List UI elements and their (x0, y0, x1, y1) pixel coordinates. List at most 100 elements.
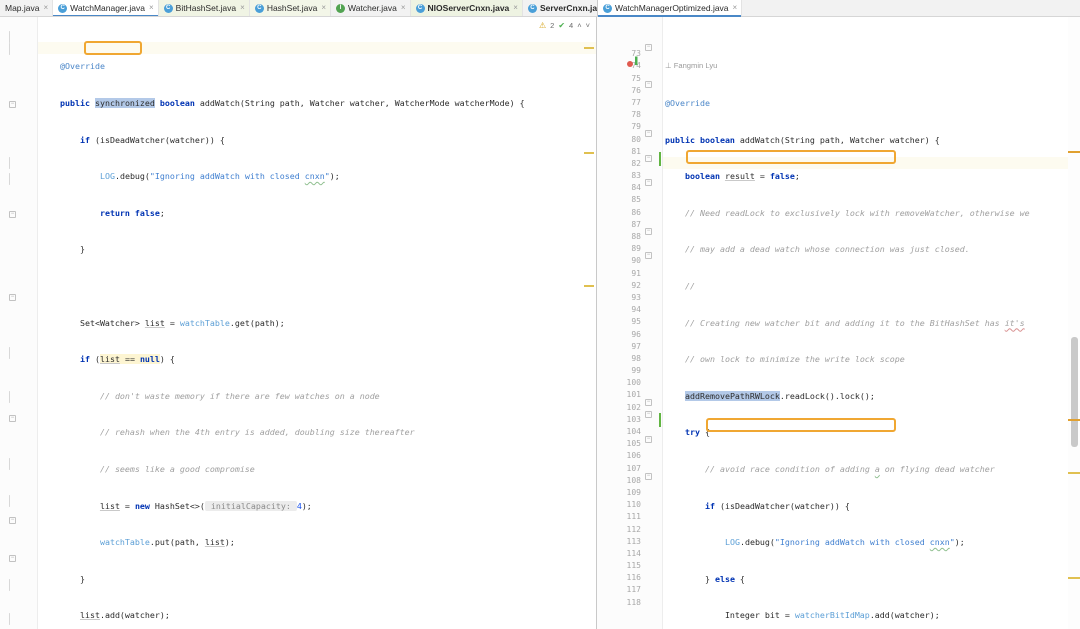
run-gutter-icon[interactable]: ▌ (635, 58, 640, 65)
line-number: 109 (626, 487, 641, 497)
scrollbar-marker (1068, 419, 1080, 421)
tab-close-icon[interactable]: × (44, 4, 49, 12)
tab-hashset-java[interactable]: C HashSet.java × (249, 0, 332, 16)
scrollbar-marker (584, 47, 594, 49)
tab-watcher-java[interactable]: I Watcher.java × (331, 0, 411, 16)
tab-label: ServerCnxn.java (539, 2, 597, 13)
tab-close-icon[interactable]: × (240, 4, 245, 12)
java-class-icon: C (163, 3, 173, 13)
code-line: LOG.debug("Ignoring addWatch with closed… (724, 537, 965, 548)
scrollbar-thumb[interactable] (1071, 337, 1078, 447)
line-number: 115 (626, 561, 641, 571)
tab-close-icon[interactable]: × (733, 4, 738, 12)
scrollbar-marker (584, 152, 594, 154)
inspection-status-widget[interactable]: ⚠ 2 ✔ 4 ˄ ˅ (539, 17, 590, 34)
editor-pane-watchmanageroptimized[interactable]: 73 74 75 76 77 78 79 80 81 82 83 84 85 86 87 88 89 90 91 92… (597, 17, 1080, 629)
line-number: 105 (626, 439, 641, 449)
tab-bithashset-java[interactable]: C BitHashSet.java × (158, 0, 250, 16)
line-number: 108 (626, 475, 641, 485)
line-number: 116 (626, 573, 641, 583)
code-line: @Override (40, 61, 105, 72)
tab-watchmanager-java[interactable]: C WatchManager.java × (53, 0, 159, 16)
tab-nioservercnxn-java[interactable]: C NIOServerCnxn.java × (410, 0, 523, 16)
line-number: 93 (631, 292, 641, 302)
tab-close-icon[interactable]: × (513, 4, 518, 12)
line-number: 100 (626, 378, 641, 388)
line-number: 102 (626, 402, 641, 412)
code-line: try { (684, 427, 710, 438)
java-class-icon: C (603, 3, 612, 13)
editor-tab-bar: Map.java × C WatchManager.java × C BitHa… (0, 0, 1080, 17)
java-class-icon: C (415, 3, 425, 13)
code-line: LOG.debug("Ignoring addWatch with closed… (99, 171, 340, 182)
scrollbar-marker (584, 285, 594, 287)
caret-down-icon[interactable]: ˅ (586, 21, 590, 30)
editor-pane-watchmanager[interactable]: − − − − − − ⚠ 2 ✔ 4 ˄ ˅ @Override public… (0, 17, 597, 629)
java-interface-icon: I (336, 3, 346, 13)
code-line: } (40, 573, 85, 584)
line-number: 103 (626, 414, 641, 424)
code-line: watchTable.put(path, list); (99, 537, 235, 548)
left-gutter[interactable]: − − − − − − (0, 17, 38, 629)
code-line: list = new HashSet<>( initialCapacity: 4… (99, 500, 312, 511)
line-number-spacer (627, 36, 641, 48)
line-number: 118 (626, 597, 641, 607)
line-number: 110 (626, 500, 641, 510)
line-number: 77 (631, 97, 641, 107)
line-number: 111 (626, 512, 641, 522)
java-class-icon: C (58, 3, 68, 13)
scrollbar-marker (1068, 472, 1080, 474)
tab-close-icon[interactable]: × (401, 4, 406, 12)
code-line: // Creating new watcher bit and adding i… (684, 317, 1025, 328)
tab-label: HashSet.java (266, 2, 318, 13)
line-number: 82 (631, 158, 641, 168)
java-class-icon: C (254, 3, 264, 13)
code-line: // don't waste memory if there are few w… (99, 390, 380, 401)
tab-map-java[interactable]: Map.java × (0, 0, 54, 16)
scrollbar-marker (1068, 151, 1080, 153)
code-line: public boolean addWatch(String path, Wat… (665, 134, 940, 145)
code-line: } else { (665, 573, 745, 584)
tab-servercnxn-java[interactable]: C ServerCnxn.java × (522, 0, 597, 16)
ok-count: 4 (569, 21, 574, 30)
line-number: 78 (631, 110, 641, 120)
line-number: 90 (631, 256, 641, 266)
scrollbar-marker (1068, 577, 1080, 579)
breakpoint-icon[interactable] (627, 61, 633, 67)
tab-label: WatchManagerOptimized.java (615, 2, 729, 13)
tab-watchmanageroptimized-java[interactable]: C WatchManagerOptimized.java × (598, 0, 743, 17)
code-vision-author[interactable]: ⊥ Fangmin Lyu (665, 60, 1080, 72)
code-line: // avoid race condition of adding a on f… (704, 463, 995, 474)
line-number: 104 (626, 427, 641, 436)
line-number: 92 (631, 280, 641, 290)
line-number: 75 (631, 73, 641, 83)
line-number: 84 (631, 183, 641, 193)
caret-up-icon[interactable]: ˄ (577, 21, 581, 30)
code-line: Integer bit = watcherBitIdMap.add(watche… (665, 610, 940, 621)
line-number: 81 (631, 146, 641, 156)
code-line: // Need readLock to exclusively lock wit… (684, 207, 1030, 218)
editor-scrollbar[interactable] (1068, 17, 1080, 629)
code-line: // may add a dead watch whose connection… (684, 244, 970, 255)
line-number: 98 (631, 353, 641, 363)
line-number: 117 (626, 585, 641, 595)
line-number: 114 (626, 548, 641, 558)
line-number: 89 (631, 244, 641, 254)
tab-close-icon[interactable]: × (321, 4, 326, 12)
code-line: return false; (99, 207, 165, 218)
check-icon: ✔ (558, 21, 566, 30)
tab-close-icon[interactable]: × (149, 4, 154, 12)
right-gutter[interactable]: 73 74 75 76 77 78 79 80 81 82 83 84 85 86 87 88 89 90 91 92… (597, 17, 663, 629)
line-number: 94 (631, 305, 641, 315)
warning-icon: ⚠ (539, 21, 547, 30)
split-editor-area: − − − − − − ⚠ 2 ✔ 4 ˄ ˅ @Override public… (0, 17, 1080, 629)
line-number-column: 73 74 75 76 77 78 79 80 81 82 83 84 85 86 87 88 89 90 91 92… (627, 36, 641, 609)
right-code-content[interactable]: ⊥ Fangmin Lyu @Override public boolean a… (665, 36, 1080, 629)
line-number: 88 (631, 232, 641, 241)
code-line: boolean result = false; (684, 171, 800, 182)
code-line: Set<Watcher> list = watchTable.get(path)… (40, 317, 285, 328)
left-pane-tab-group: Map.java × C WatchManager.java × C BitHa… (0, 0, 597, 16)
line-number: 86 (631, 207, 641, 217)
left-code-content[interactable]: @Override public synchronized boolean ad… (40, 36, 525, 629)
